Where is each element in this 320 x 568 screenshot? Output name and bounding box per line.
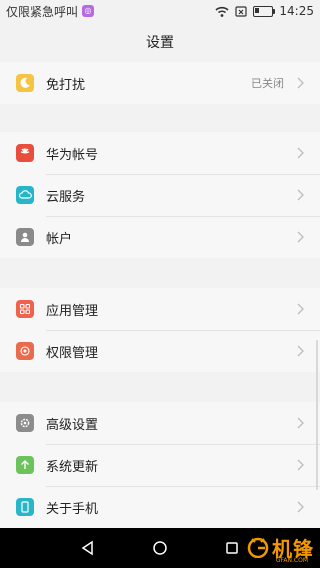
- chevron-right-icon: [297, 417, 304, 429]
- navigation-bar: 机锋 GFAN.COM: [0, 528, 320, 568]
- gear-icon: [16, 414, 34, 432]
- shield-icon: [16, 342, 34, 360]
- cloud-icon: [16, 186, 34, 204]
- chevron-right-icon: [297, 147, 304, 159]
- chevron-right-icon: [297, 501, 304, 513]
- accounts-label: 帐户: [46, 231, 73, 247]
- huawei-account-item[interactable]: 华为帐号: [0, 132, 320, 174]
- chevron-right-icon: [297, 77, 304, 89]
- about-phone-label: 关于手机: [46, 501, 99, 517]
- status-right: 14:25: [215, 4, 314, 18]
- watermark-subtext: GFAN.COM: [275, 557, 308, 564]
- advanced-settings-label: 高级设置: [46, 417, 99, 433]
- scrollbar[interactable]: [316, 340, 318, 490]
- do-not-disturb-label: 免打扰: [46, 77, 86, 93]
- system-update-label: 系统更新: [46, 459, 99, 475]
- gfan-logo-icon: [247, 537, 269, 558]
- accounts-item[interactable]: 帐户: [0, 216, 320, 258]
- huawei-logo-icon: [16, 144, 34, 162]
- clock: 14:25: [279, 4, 314, 18]
- chevron-right-icon: [297, 231, 304, 243]
- system-update-item[interactable]: 系统更新: [0, 444, 320, 486]
- settings-group-4: 高级设置 系统更新 关于手机: [0, 402, 320, 528]
- back-triangle-icon: [81, 540, 93, 556]
- emergency-calls-only-text: 仅限紧急呼叫: [6, 4, 79, 19]
- chevron-right-icon: [297, 189, 304, 201]
- huawei-account-label: 华为帐号: [46, 147, 99, 163]
- permission-management-label: 权限管理: [46, 345, 99, 361]
- about-phone-item[interactable]: 关于手机: [0, 486, 320, 528]
- recents-button[interactable]: [222, 538, 242, 558]
- person-icon: [16, 228, 34, 246]
- status-bar: 仅限紧急呼叫 ◎ 14:25: [0, 0, 320, 22]
- arrow-up-icon: [16, 456, 34, 474]
- status-left: 仅限紧急呼叫 ◎: [6, 3, 95, 20]
- app-management-item[interactable]: 应用管理: [0, 288, 320, 330]
- phone-icon: [16, 498, 34, 516]
- battery-icon: [253, 5, 276, 17]
- settings-group-1: 免打扰 已关闭: [0, 62, 320, 104]
- chevron-right-icon: [297, 345, 304, 357]
- do-not-disturb-item[interactable]: 免打扰 已关闭: [0, 62, 320, 104]
- cloud-service-item[interactable]: 云服务: [0, 174, 320, 216]
- back-button[interactable]: [78, 538, 98, 558]
- settings-group-3: 应用管理 权限管理: [0, 288, 320, 372]
- advanced-settings-item[interactable]: 高级设置: [0, 402, 320, 444]
- signal-off-icon: [235, 5, 248, 17]
- title-bar: 设置: [0, 22, 320, 62]
- app-management-label: 应用管理: [46, 303, 99, 319]
- cloud-service-label: 云服务: [46, 189, 86, 205]
- do-not-disturb-status: 已关闭: [251, 77, 284, 90]
- chevron-right-icon: [297, 459, 304, 471]
- moon-icon: [16, 74, 34, 92]
- settings-group-2: 华为帐号 云服务 帐户: [0, 132, 320, 258]
- notification-icon: ◎: [82, 5, 95, 17]
- home-circle-icon: [153, 541, 167, 555]
- recents-square-icon: [226, 542, 238, 554]
- page-title: 设置: [146, 35, 174, 51]
- home-button[interactable]: [150, 538, 170, 558]
- watermark: 机锋 GFAN.COM: [247, 532, 314, 564]
- chevron-right-icon: [297, 303, 304, 315]
- permission-management-item[interactable]: 权限管理: [0, 330, 320, 372]
- wifi-icon: [215, 6, 229, 17]
- apps-grid-icon: [16, 300, 34, 318]
